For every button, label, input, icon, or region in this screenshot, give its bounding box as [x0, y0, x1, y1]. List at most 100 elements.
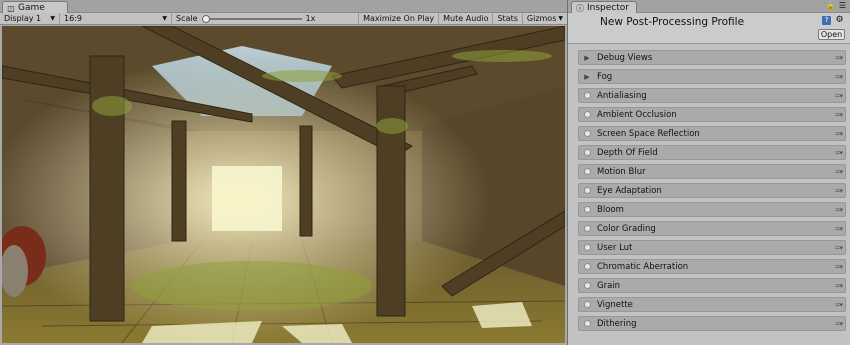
editor-window: ◫ Game Display 1 ▼ 16:9 ▼ Scale 1x Maxim…: [0, 0, 850, 345]
profile-title: New Post-Processing Profile: [600, 16, 745, 28]
barn-scene-render: [2, 26, 565, 343]
effect-menu-icon[interactable]: =▾: [835, 282, 843, 290]
effect-label: Dithering: [597, 318, 637, 329]
lock-icon[interactable]: 🔒: [826, 1, 836, 10]
effect-row[interactable]: Color Grading =▾: [578, 221, 846, 236]
game-panel: ◫ Game Display 1 ▼ 16:9 ▼ Scale 1x Maxim…: [0, 0, 567, 345]
toggle-checkbox[interactable]: [583, 282, 591, 290]
effect-row[interactable]: ▶ Debug Views =▾: [578, 50, 846, 65]
effect-row[interactable]: Bloom =▾: [578, 202, 846, 217]
effect-menu-icon[interactable]: =▾: [835, 111, 843, 119]
effect-label: Debug Views: [597, 52, 653, 63]
toggle-checkbox[interactable]: [583, 111, 591, 119]
effect-row[interactable]: Antialiasing =▾: [578, 88, 846, 103]
effect-label: User Lut: [597, 242, 633, 253]
effect-menu-icon[interactable]: =▾: [835, 206, 843, 214]
toggle-checkbox[interactable]: [583, 263, 591, 271]
toggle-checkbox[interactable]: [583, 92, 591, 100]
inspector-tabstrip: ⓘ Inspector 🔒 ☰: [568, 0, 850, 14]
effect-row[interactable]: Vignette =▾: [578, 297, 846, 312]
effect-label: Motion Blur: [597, 166, 646, 177]
toggle-checkbox[interactable]: [583, 168, 591, 176]
scale-control: Scale 1x: [172, 13, 320, 24]
game-tabstrip: ◫ Game: [0, 0, 567, 14]
help-book-icon[interactable]: ?: [822, 16, 831, 25]
effect-row[interactable]: Grain =▾: [578, 278, 846, 293]
inspector-window-controls: 🔒 ☰: [826, 1, 846, 10]
effect-label: Grain: [597, 280, 621, 291]
chevron-down-icon: ▼: [558, 15, 563, 22]
effects-list: ▶ Debug Views =▾ ▶ Fog =▾ Antialiasing =▾ Ambien…: [578, 50, 846, 335]
scale-label: Scale: [176, 14, 198, 23]
display-dropdown[interactable]: Display 1 ▼: [0, 13, 60, 24]
effect-menu-icon[interactable]: =▾: [835, 73, 843, 81]
effect-label: Depth Of Field: [597, 147, 658, 158]
effect-label: Vignette: [597, 299, 633, 310]
aspect-dropdown-value: 16:9: [64, 14, 82, 23]
effect-row[interactable]: Chromatic Aberration =▾: [578, 259, 846, 274]
tab-game-label: Game: [18, 3, 45, 13]
effect-row[interactable]: Motion Blur =▾: [578, 164, 846, 179]
info-icon: ⓘ: [576, 3, 584, 13]
effect-label: Screen Space Reflection: [597, 128, 700, 139]
toggle-checkbox[interactable]: [583, 206, 591, 214]
foldout-arrow-icon[interactable]: ▶: [583, 54, 591, 62]
effect-row[interactable]: Depth Of Field =▾: [578, 145, 846, 160]
effect-menu-icon[interactable]: =▾: [835, 301, 843, 309]
effect-label: Fog: [597, 71, 613, 82]
gizmos-label: Gizmos: [526, 14, 557, 23]
toggle-checkbox[interactable]: [583, 320, 591, 328]
scale-value: 1x: [305, 14, 316, 23]
effect-menu-icon[interactable]: =▾: [835, 149, 843, 157]
inspector-header: New Post-Processing Profile ? ⚙ Open: [568, 13, 850, 44]
panel-menu-icon[interactable]: ☰: [839, 1, 846, 10]
effect-row[interactable]: Dithering =▾: [578, 316, 846, 331]
toggle-checkbox[interactable]: [583, 301, 591, 309]
effect-label: Eye Adaptation: [597, 185, 662, 196]
mute-audio-button[interactable]: Mute Audio: [438, 13, 492, 24]
toggle-checkbox[interactable]: [583, 130, 591, 138]
game-toolbar: Display 1 ▼ 16:9 ▼ Scale 1x Maximize On …: [0, 13, 567, 25]
effect-row[interactable]: Ambient Occlusion =▾: [578, 107, 846, 122]
header-icons: ? ⚙: [822, 16, 844, 25]
scale-slider-track: [201, 17, 302, 20]
stats-button[interactable]: Stats: [492, 13, 521, 24]
aspect-dropdown[interactable]: 16:9 ▼: [60, 13, 172, 24]
effect-menu-icon[interactable]: =▾: [835, 263, 843, 271]
gear-icon[interactable]: ⚙: [835, 16, 844, 25]
effect-row[interactable]: ▶ Fog =▾: [578, 69, 846, 84]
effect-menu-icon[interactable]: =▾: [835, 92, 843, 100]
effect-label: Chromatic Aberration: [597, 261, 689, 272]
scale-slider[interactable]: [201, 14, 302, 23]
effect-label: Antialiasing: [597, 90, 647, 101]
chevron-down-icon: ▼: [50, 15, 55, 22]
effect-menu-icon[interactable]: =▾: [835, 225, 843, 233]
effect-menu-icon[interactable]: =▾: [835, 187, 843, 195]
effect-menu-icon[interactable]: =▾: [835, 168, 843, 176]
effect-row[interactable]: User Lut =▾: [578, 240, 846, 255]
foldout-arrow-icon[interactable]: ▶: [583, 73, 591, 81]
display-dropdown-value: Display 1: [4, 14, 42, 23]
effect-label: Ambient Occlusion: [597, 109, 677, 120]
effect-label: Color Grading: [597, 223, 656, 234]
scale-slider-thumb[interactable]: [201, 14, 210, 23]
effect-row[interactable]: Screen Space Reflection =▾: [578, 126, 846, 141]
toggle-checkbox[interactable]: [583, 225, 591, 233]
toggle-checkbox[interactable]: [583, 149, 591, 157]
effect-label: Bloom: [597, 204, 624, 215]
effect-menu-icon[interactable]: =▾: [835, 320, 843, 328]
game-viewport[interactable]: [2, 26, 565, 343]
effect-menu-icon[interactable]: =▾: [835, 54, 843, 62]
effect-menu-icon[interactable]: =▾: [835, 130, 843, 138]
maximize-on-play-button[interactable]: Maximize On Play: [358, 13, 438, 24]
effect-row[interactable]: Eye Adaptation =▾: [578, 183, 846, 198]
effect-menu-icon[interactable]: =▾: [835, 244, 843, 252]
gizmos-dropdown[interactable]: Gizmos ▼: [521, 13, 567, 24]
inspector-panel: ⓘ Inspector 🔒 ☰ New Post-Processing Prof…: [567, 0, 850, 345]
open-button[interactable]: Open: [818, 29, 845, 40]
toggle-checkbox[interactable]: [583, 187, 591, 195]
chevron-down-icon: ▼: [162, 15, 167, 22]
game-controller-icon: ◫: [7, 3, 15, 13]
toggle-checkbox[interactable]: [583, 244, 591, 252]
